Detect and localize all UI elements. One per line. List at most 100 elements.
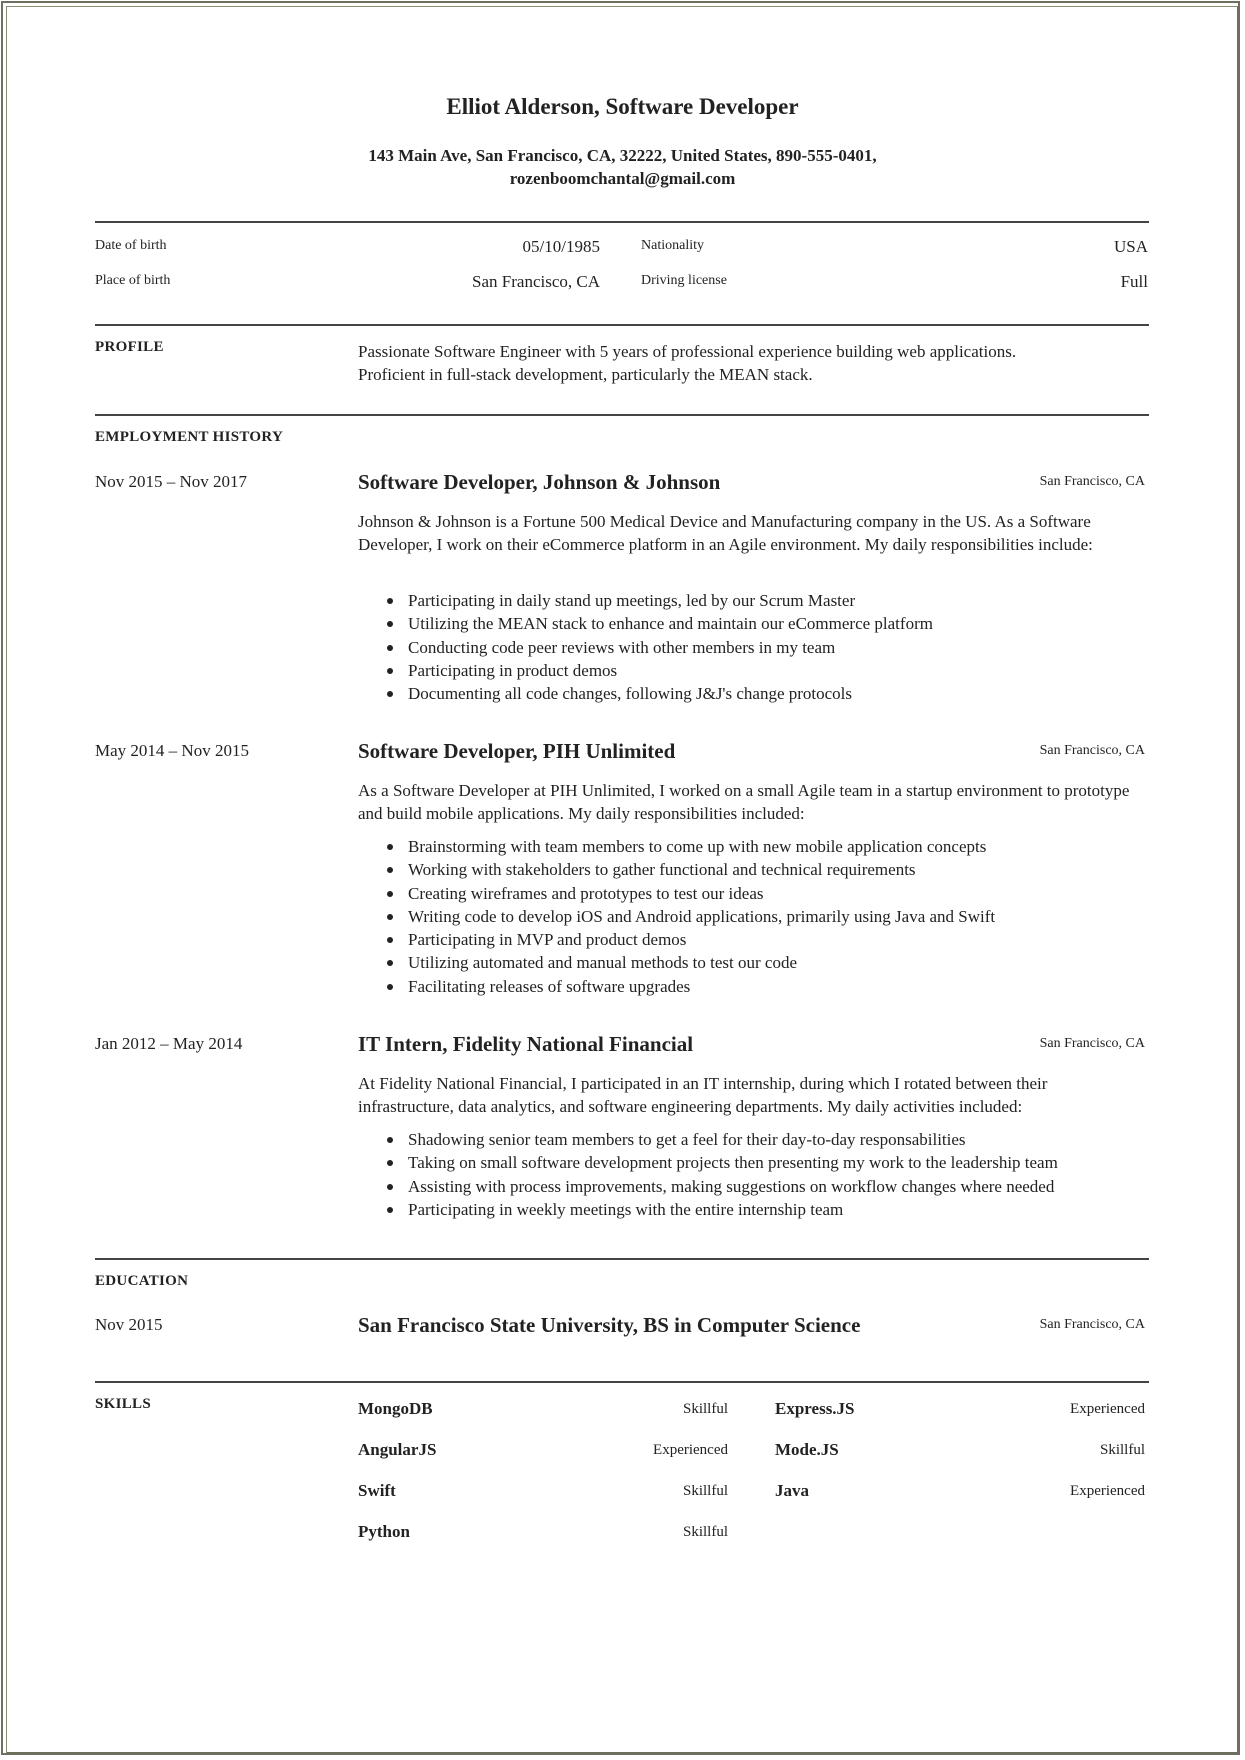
job-bullet: Shadowing senior team members to get a f… [358, 1128, 1158, 1151]
job-bullet: Brainstorming with team members to come … [358, 835, 1158, 858]
bullet-text: Participating in MVP and product demos [408, 930, 687, 950]
info-value-driving-license: Full [1120, 272, 1148, 291]
bullet-text: Shadowing senior team members to get a f… [408, 1130, 966, 1149]
info-label-date-of-birth: Date of birth [95, 238, 167, 253]
education-location: San Francisco, CA [1039, 1317, 1145, 1332]
skill-name: Swift [358, 1481, 396, 1500]
skill-level: Experienced [1070, 1483, 1145, 1499]
skill-name: Java [775, 1481, 809, 1500]
job-dates: Jan 2012 – May 2014 [95, 1034, 243, 1053]
job-description: Johnson & Johnson is a Fortune 500 Medic… [358, 512, 1093, 554]
info-label-nationality: Nationality [641, 238, 704, 253]
skill-level: Experienced [653, 1442, 728, 1458]
skill-name: Mode.JS [775, 1440, 839, 1459]
job-description: As a Software Developer at PIH Unlimited… [358, 781, 1130, 823]
bullet-icon [387, 1137, 393, 1143]
bullet-text: Facilitating releases of software upgrad… [408, 976, 691, 996]
section-title-education: EDUCATION [95, 1273, 189, 1289]
skill-level: Skillful [682, 1524, 728, 1540]
bullet-icon [387, 1160, 393, 1167]
resume-page: Elliot Alderson, Software Developer 143 … [0, 0, 1245, 1760]
job-bullet: Participating in weekly meetings with th… [358, 1198, 1158, 1221]
info-value-place-of-birth: San Francisco, CA [472, 272, 600, 291]
bullet-text: Working with stakeholders to gather func… [408, 860, 916, 880]
job-title: Software Developer, Johnson & Johnson [358, 470, 721, 494]
job-bullet: Assisting with process improvements, mak… [358, 1175, 1158, 1198]
bullet-icon [387, 691, 393, 698]
job-bullets: Shadowing senior team members to get a f… [358, 1128, 1158, 1221]
job-bullet: Facilitating releases of software upgrad… [358, 975, 1158, 998]
skill-level: Skillful [682, 1401, 728, 1417]
contact-address-phone: 143 Main Ave, San Francisco, CA, 32222, … [368, 146, 877, 165]
bullet-icon [387, 1183, 393, 1190]
job-bullet: Documenting all code changes, following … [358, 682, 1158, 705]
bullet-icon [387, 983, 393, 990]
info-value-nationality: USA [1113, 237, 1148, 256]
divider [95, 1258, 1149, 1260]
job-location: San Francisco, CA [1039, 743, 1145, 758]
bullet-text: Utilizing the MEAN stack to enhance and … [408, 614, 933, 634]
contact-email[interactable]: rozenboomchantal@gmail.com [0, 167, 1245, 190]
job-bullet: Writing code to develop iOS and Android … [358, 905, 1158, 928]
divider [95, 414, 1149, 416]
job-title: Software Developer, PIH Unlimited [358, 739, 676, 763]
bullet-text: Utilizing automated and manual methods t… [408, 953, 798, 973]
bullet-icon [387, 621, 393, 628]
job-description: At Fidelity National Financial, I partic… [358, 1074, 1048, 1116]
job-location: San Francisco, CA [1039, 1036, 1145, 1051]
job-bullet: Utilizing automated and manual methods t… [358, 951, 1158, 974]
job-bullet: Creating wireframes and prototypes to te… [358, 882, 1158, 905]
section-title-profile: PROFILE [95, 339, 164, 355]
bullet-text: Writing code to develop iOS and Android … [408, 906, 996, 926]
bullet-icon [387, 937, 393, 944]
job-bullet: Working with stakeholders to gather func… [358, 858, 1158, 881]
education-title: San Francisco State University, BS in Co… [358, 1313, 861, 1337]
bullet-text: Participating in weekly meetings with th… [408, 1199, 844, 1219]
divider [95, 324, 1149, 326]
job-bullets: Participating in daily stand up meetings… [358, 589, 1158, 705]
contact-info: 143 Main Ave, San Francisco, CA, 32222, … [0, 144, 1245, 190]
profile-text-line: Passionate Software Engineer with 5 year… [358, 342, 1017, 361]
job-bullets: Brainstorming with team members to come … [358, 835, 1158, 998]
divider [95, 221, 1149, 223]
bullet-icon [387, 867, 393, 874]
divider [95, 1381, 1149, 1383]
bullet-icon [387, 598, 393, 604]
education-date: Nov 2015 [95, 1315, 163, 1334]
bullet-icon [387, 890, 393, 897]
bullet-text: Brainstorming with team members to come … [408, 837, 987, 856]
section-title-skills: SKILLS [95, 1396, 151, 1412]
bullet-icon [387, 1206, 393, 1213]
bullet-icon [387, 844, 393, 850]
skill-level: Experienced [1070, 1401, 1145, 1417]
bullet-icon [387, 960, 393, 967]
bullet-text: Taking on small software development pro… [408, 1153, 1058, 1173]
section-title-employment-history: EMPLOYMENT HISTORY [95, 429, 284, 445]
skill-name: MongoDB [358, 1399, 433, 1418]
candidate-name: Elliot Alderson, Software Developer [446, 94, 799, 119]
skill-level: Skillful [1099, 1442, 1145, 1458]
skill-level: Skillful [682, 1483, 728, 1499]
info-value-date-of-birth: 05/10/1985 [522, 237, 600, 256]
job-bullet: Participating in MVP and product demos [358, 928, 1158, 951]
profile-text: Passionate Software Engineer with 5 year… [358, 340, 1148, 386]
bullet-text: Creating wireframes and prototypes to te… [408, 883, 764, 903]
info-label-place-of-birth: Place of birth [95, 273, 171, 288]
skill-name: AngularJS [358, 1440, 437, 1459]
job-dates: May 2014 – Nov 2015 [95, 741, 249, 760]
bullet-text: Conducting code peer reviews with other … [408, 637, 836, 657]
job-bullet: Participating in product demos [358, 659, 1158, 682]
job-location: San Francisco, CA [1039, 474, 1145, 489]
bullet-text: Assisting with process improvements, mak… [408, 1176, 1055, 1196]
job-bullet: Participating in daily stand up meetings… [358, 589, 1158, 612]
bullet-text: Participating in daily stand up meetings… [408, 591, 856, 610]
bullet-icon [387, 667, 393, 674]
skill-name: Express.JS [775, 1399, 855, 1418]
bullet-icon [387, 644, 393, 651]
skill-name: Python [358, 1522, 410, 1541]
job-bullet: Conducting code peer reviews with other … [358, 636, 1158, 659]
bullet-icon [387, 913, 393, 920]
job-bullet: Taking on small software development pro… [358, 1151, 1158, 1174]
bullet-text: Documenting all code changes, following … [408, 684, 853, 704]
info-label-driving-license: Driving license [641, 273, 727, 288]
